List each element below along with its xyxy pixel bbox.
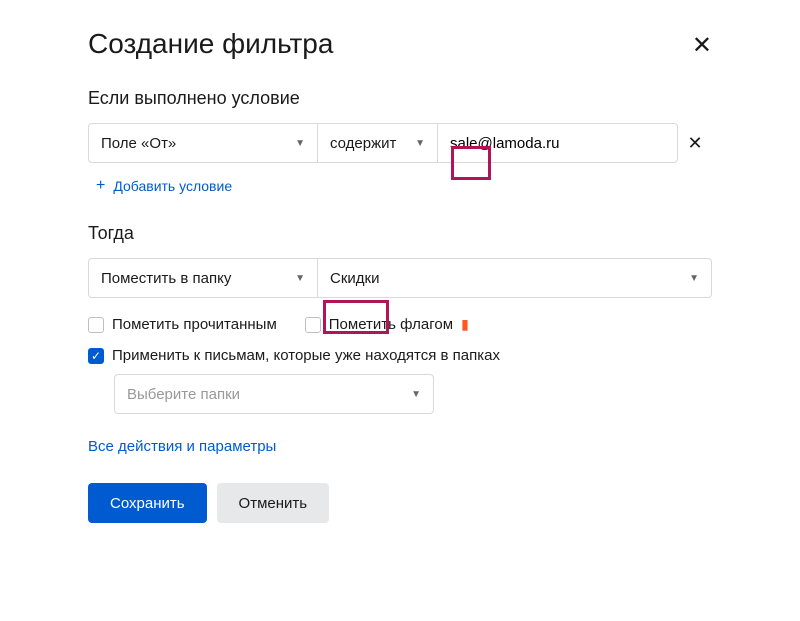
checkbox-icon: [88, 317, 104, 333]
condition-row: Поле «От» ▼ содержит ▼ ✕: [88, 123, 712, 163]
condition-value-input-wrap: [438, 123, 678, 163]
caret-icon: ▼: [295, 273, 305, 284]
operator-select[interactable]: содержит ▼: [318, 123, 438, 163]
close-button[interactable]: ✕: [692, 34, 712, 58]
mark-read-label: Пометить прочитанным: [112, 316, 277, 333]
select-folders-dropdown[interactable]: Выберите папки ▼: [114, 374, 434, 414]
flag-icon: ▮: [461, 316, 469, 333]
plus-icon: +: [96, 177, 105, 195]
mark-flag-label: Пометить флагом: [329, 316, 453, 333]
save-button[interactable]: Сохранить: [88, 483, 207, 523]
field-select[interactable]: Поле «От» ▼: [88, 123, 318, 163]
add-condition-label: Добавить условие: [113, 178, 232, 194]
caret-icon: ▼: [295, 138, 305, 149]
filter-dialog: ✕ Создание фильтра Если выполнено услови…: [0, 0, 800, 551]
condition-value-input[interactable]: [450, 135, 665, 152]
remove-condition-button[interactable]: ✕: [678, 133, 712, 154]
mark-read-checkbox[interactable]: Пометить прочитанным: [88, 316, 277, 333]
action-row: Поместить в папку ▼ Скидки ▼: [88, 258, 712, 298]
then-section: Тогда Поместить в папку ▼ Скидки ▼ Помет…: [88, 223, 712, 414]
action-select-label: Поместить в папку: [101, 270, 231, 287]
select-folders-placeholder: Выберите папки: [127, 386, 240, 403]
condition-heading: Если выполнено условие: [88, 88, 712, 109]
caret-icon: ▼: [411, 389, 421, 400]
then-heading: Тогда: [88, 223, 712, 244]
apply-existing-checkbox[interactable]: ✓ Применить к письмам, которые уже наход…: [88, 347, 712, 364]
action-select[interactable]: Поместить в папку ▼: [88, 258, 318, 298]
operator-select-label: содержит: [330, 135, 396, 152]
apply-existing-row: ✓ Применить к письмам, которые уже наход…: [88, 347, 712, 364]
dialog-title: Создание фильтра: [88, 28, 712, 60]
checkbox-icon: [305, 317, 321, 333]
folder-select-label: Скидки: [330, 270, 379, 287]
button-row: Сохранить Отменить: [88, 483, 712, 523]
caret-icon: ▼: [689, 273, 699, 284]
mark-flag-checkbox[interactable]: Пометить флагом ▮: [305, 316, 469, 333]
all-params-link[interactable]: Все действия и параметры: [88, 438, 276, 455]
folder-select[interactable]: Скидки ▼: [318, 258, 712, 298]
add-condition-button[interactable]: + Добавить условие: [96, 177, 232, 195]
checkbox-row: Пометить прочитанным Пометить флагом ▮: [88, 316, 712, 333]
cancel-button[interactable]: Отменить: [217, 483, 330, 523]
field-select-label: Поле «От»: [101, 135, 176, 152]
checkbox-checked-icon: ✓: [88, 348, 104, 364]
caret-icon: ▼: [415, 138, 425, 149]
apply-existing-label: Применить к письмам, которые уже находят…: [112, 347, 500, 364]
